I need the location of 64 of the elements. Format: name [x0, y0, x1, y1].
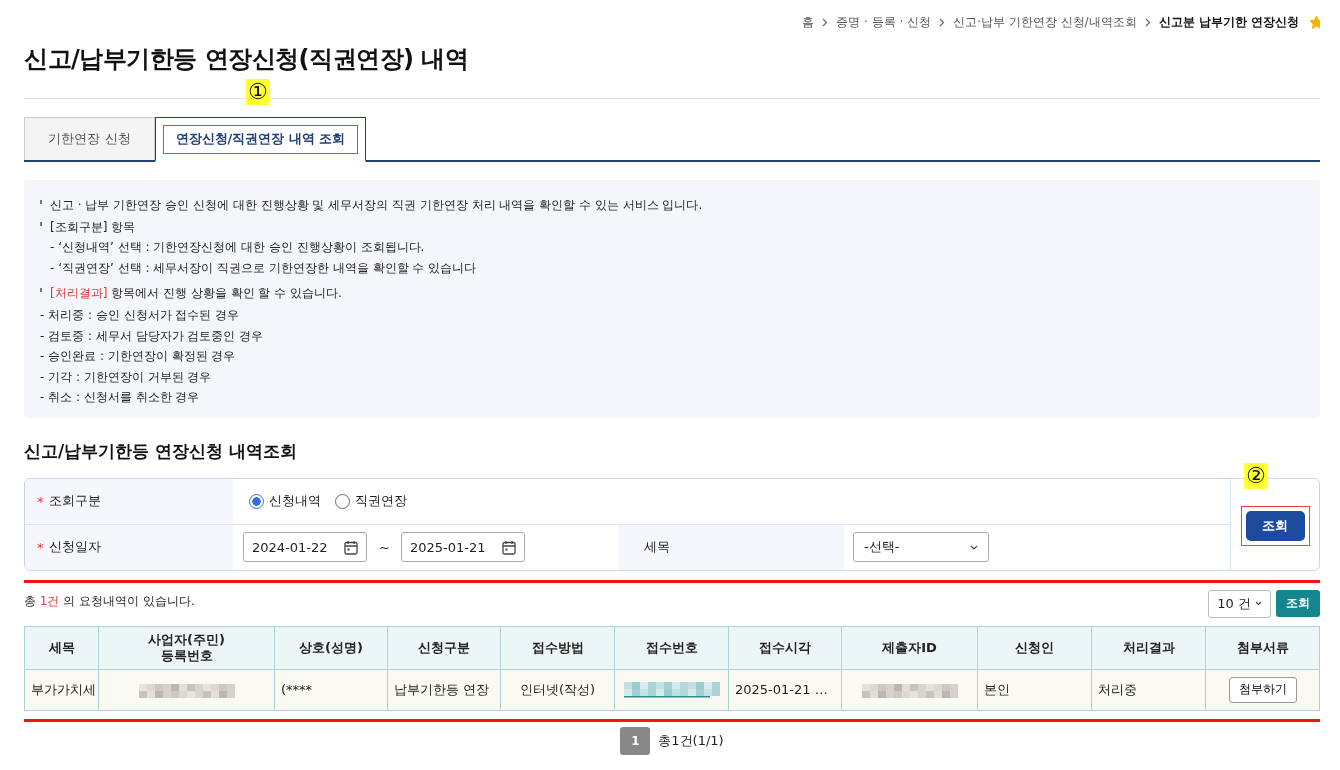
column-header: 접수방법	[500, 626, 615, 670]
caret-icon	[970, 544, 978, 550]
search-button[interactable]: 조회	[1276, 590, 1320, 618]
info-text: - 검토중 : 세무서 담당자가 검토중인 경우	[40, 327, 264, 345]
column-header: 사업자(주민) 등록번호	[98, 626, 275, 670]
result-count-text: 총 1건 의 요청내역이 있습니다.	[24, 593, 196, 611]
breadcrumb-link[interactable]: 증명 · 등록 · 신청	[836, 14, 932, 31]
calendar-icon	[501, 539, 516, 555]
required-mark: *	[37, 493, 44, 509]
tab[interactable]: 기한연장 신청	[24, 117, 155, 160]
tab[interactable]: 연장신청/직권연장 내역 조회	[155, 117, 366, 162]
form-label: 세목	[644, 538, 670, 557]
page-size-select[interactable]: 10 건	[1208, 589, 1271, 618]
column-header: 접수번호	[614, 626, 729, 670]
date-separator: ~	[379, 539, 390, 555]
radio-label[interactable]: 신청내역	[269, 492, 321, 511]
radio-label[interactable]: 직권연장	[355, 492, 407, 511]
radio-button[interactable]	[249, 493, 264, 509]
info-text: - ‘직권연장’ 선택 : 세무서장이 직권으로 기한연장한 내역을 확인할 수 있습니다	[50, 259, 477, 277]
chevron-icon	[939, 18, 946, 27]
table-cell: 본인	[977, 669, 1092, 711]
caret-icon	[1255, 601, 1262, 607]
table-cell: 처리중	[1091, 669, 1206, 711]
info-text: - 기각 : 기한연장이 거부된 경우	[40, 368, 212, 386]
attach-button[interactable]: 첨부하기	[1228, 676, 1297, 703]
page-summary: 총1건(1/1)	[658, 731, 724, 750]
column-header: 상호(성명)	[274, 626, 388, 670]
info-text: - 처리중 : 승인 신청서가 접수된 경우	[40, 306, 240, 324]
date-field[interactable]: 2024-01-22	[243, 532, 367, 563]
table-cell: 2025-01-21 …	[728, 669, 842, 711]
search-button[interactable]: 조회	[1245, 511, 1305, 542]
callout-marker: ①	[246, 79, 270, 105]
required-mark: *	[37, 539, 44, 555]
breadcrumb-link[interactable]: 신고분 납부기한 연장신청	[1158, 14, 1299, 31]
column-header: 신청구분	[387, 626, 501, 670]
form-label: 조회구분	[48, 492, 101, 511]
column-header: 제출자ID	[841, 626, 978, 670]
callout-marker: ②	[1244, 463, 1268, 489]
column-header: 신청인	[977, 626, 1092, 670]
chevron-icon	[822, 18, 829, 27]
tax-select[interactable]: -선택-	[853, 532, 989, 563]
date-field[interactable]: 2025-01-21	[400, 532, 525, 563]
page-title: 신고/납부기한등 연장신청(직권연장) 내역	[24, 44, 470, 75]
form-label: 신청일자	[48, 538, 101, 557]
breadcrumb-link[interactable]: 신고·납부 기한연장 신청/내역조회	[953, 14, 1137, 31]
column-header: 첨부서류	[1205, 626, 1320, 670]
calendar-icon	[344, 539, 358, 555]
table-cell: (****	[274, 669, 388, 711]
section-title: 신고/납부기한등 연장신청 내역조회	[24, 439, 299, 463]
info-text: [처리결과] 항목에서 진행 상황을 확인 할 수 있습니다.	[50, 285, 342, 303]
breadcrumb-link[interactable]: 홈	[802, 14, 815, 31]
page-button[interactable]: 1	[620, 726, 651, 755]
column-header: 처리결과	[1091, 626, 1206, 670]
info-text: - 취소 : 신청서를 취소한 경우	[40, 389, 200, 407]
info-text: 신고 · 납부 기한연장 승인 신청에 대한 진행상황 및 세무서장의 직권 기한연장 처리 내역을 확인할 수 있는 서비스 입니다.	[50, 197, 703, 214]
table-cell: 납부기한등 연장	[387, 669, 501, 711]
info-text: - 승인완료 : 기한연장이 확정된 경우	[40, 348, 236, 366]
table-cell: 인터넷(작성)	[500, 669, 615, 711]
info-text: - ‘신청내역’ 선택 : 기한연장신청에 대한 승인 진행상황이 조회됩니다.	[50, 239, 425, 257]
info-text: [조회구분] 항목	[50, 218, 136, 236]
column-header: 세목	[24, 626, 99, 670]
chevron-icon	[1144, 18, 1151, 27]
column-header: 접수시각	[728, 626, 842, 670]
table-cell: 부가가치세	[24, 669, 99, 711]
